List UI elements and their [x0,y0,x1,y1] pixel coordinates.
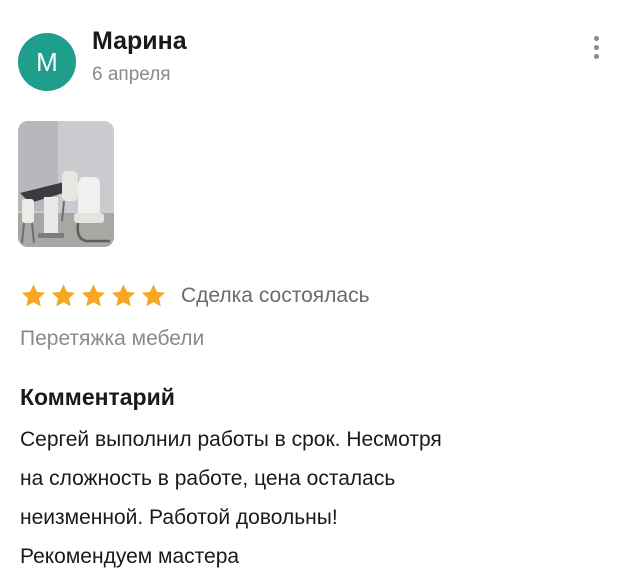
rating-row: Сделка состоялась [20,282,370,310]
review-photo-thumbnail[interactable] [18,121,114,247]
review-card: М Марина 6 апреля Сделка состоялась Пере… [0,0,621,588]
more-vertical-icon [593,35,599,41]
star-icon [110,283,137,309]
comment-line: на сложность в работе, цена осталась [20,467,396,490]
more-options-button[interactable] [582,30,610,64]
service-name: Перетяжка мебели [20,327,205,350]
comment-line: неизменной. Работой довольны! [20,506,338,529]
star-icon [50,283,77,309]
review-date: 6 апреля [92,64,171,85]
avatar-initial: М [36,46,58,77]
comment-heading: Комментарий [20,384,175,410]
avatar[interactable]: М [18,33,76,91]
comment-line: Сергей выполнил работы в срок. Несмотря [20,428,442,451]
comment-line: Рекомендуем мастера [20,545,240,568]
star-icon [140,283,167,309]
photo-image [18,121,114,247]
more-vertical-icon [593,53,599,59]
star-rating [20,283,167,309]
author-name[interactable]: Марина [92,27,187,56]
star-icon [20,283,47,309]
comment-text: Сергей выполнил работы в срок. Несмотря … [20,420,610,576]
star-icon [80,283,107,309]
deal-status: Сделка состоялась [181,284,370,307]
more-vertical-icon [593,44,599,50]
